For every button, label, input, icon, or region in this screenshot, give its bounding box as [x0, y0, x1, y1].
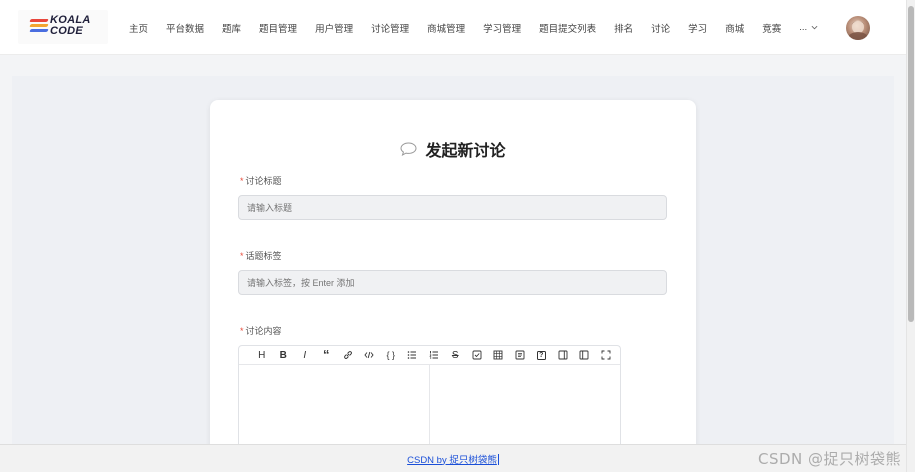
logo-line-2: CODE: [50, 25, 83, 37]
code-tool[interactable]: [359, 346, 381, 365]
link-icon: [343, 351, 352, 359]
nav-more-label: ...: [799, 22, 808, 33]
toc-icon: [515, 350, 525, 360]
strikethrough-tool[interactable]: S: [445, 346, 467, 365]
footer-link-text: CSDN by 捉只树袋熊: [407, 454, 497, 466]
nav-item-9[interactable]: 排名: [605, 21, 642, 35]
required-mark: *: [240, 176, 244, 186]
new-discussion-card: 发起新讨论 *讨论标题 *话题标签 *讨论内容 HBI“{ }S?: [210, 100, 696, 472]
nav-item-10[interactable]: 讨论: [642, 21, 679, 35]
site-logo[interactable]: KOALA CODE: [18, 10, 108, 44]
help-tool[interactable]: ?: [531, 346, 553, 365]
tags-label-text: 话题标签: [245, 251, 282, 261]
italic-icon: I: [303, 349, 307, 361]
page-title: 发起新讨论: [425, 143, 506, 160]
nav-item-12[interactable]: 商城: [716, 21, 753, 35]
nav-menu: 主页 平台数据 题库 题目管理 用户管理 讨论管理 商城管理 学习管理 题目提交列表 排名 讨论 学习…: [120, 0, 827, 55]
ordered-list-icon: [429, 351, 438, 359]
bold-tool[interactable]: B: [273, 346, 295, 365]
title-label-text: 讨论标题: [245, 176, 282, 186]
fullscreen-tool[interactable]: [595, 346, 617, 365]
avatar-image: [848, 20, 868, 40]
table-tool[interactable]: [488, 346, 510, 365]
speech-bubble-icon: [400, 142, 417, 156]
nav-item-4[interactable]: 用户管理: [306, 21, 362, 35]
nav-item-8[interactable]: 题目提交列表: [530, 21, 605, 35]
logo-stripes-icon: [29, 19, 49, 35]
help-icon: ?: [536, 350, 546, 360]
tags-field-label: * 话题标签: [240, 249, 282, 262]
edit-only-icon: [579, 350, 589, 360]
nav-item-3[interactable]: 题目管理: [250, 21, 306, 35]
toc-tool[interactable]: [509, 346, 531, 365]
table-icon: [493, 350, 503, 360]
footer-link[interactable]: CSDN by 捉只树袋熊: [407, 452, 499, 466]
title-input[interactable]: [238, 195, 667, 220]
nav-item-1[interactable]: 平台数据: [157, 21, 213, 35]
bold-icon: B: [279, 349, 287, 361]
heading-tool[interactable]: H: [251, 346, 273, 365]
quote-tool[interactable]: “: [316, 346, 338, 365]
user-avatar[interactable]: [846, 16, 870, 40]
watermark: CSDN @捉只树袋熊: [758, 450, 902, 468]
content-label-text: 讨论内容: [245, 326, 282, 336]
required-mark: *: [240, 251, 244, 261]
content-field-label: * 讨论内容: [240, 324, 282, 337]
nav-item-6[interactable]: 商城管理: [418, 21, 474, 35]
task-list-icon: [472, 350, 482, 360]
title-field-label: * 讨论标题: [240, 174, 282, 187]
required-mark: *: [240, 326, 244, 336]
heading-icon: H: [258, 349, 266, 361]
nav-item-0[interactable]: 主页: [120, 21, 157, 35]
chevron-down-icon: [811, 25, 818, 30]
tags-input[interactable]: [238, 270, 667, 295]
link-tool[interactable]: [337, 346, 359, 365]
nav-more-menu[interactable]: ...: [790, 22, 827, 33]
task-list-tool[interactable]: [466, 346, 488, 365]
code-block-icon: { }: [386, 350, 395, 360]
italic-tool[interactable]: I: [294, 346, 316, 365]
quote-icon: “: [323, 347, 330, 362]
preview-tool[interactable]: [552, 346, 574, 365]
edit-only-tool[interactable]: [574, 346, 596, 365]
code-block-tool[interactable]: { }: [380, 346, 402, 365]
top-navbar: KOALA CODE 主页 平台数据 题库 题目管理 用户管理 讨论管理 商城管理 学习管理题…: [0, 0, 906, 55]
fullscreen-icon: [601, 350, 611, 360]
preview-icon: [558, 350, 568, 360]
page-title-row: 发起新讨论: [210, 137, 696, 161]
nav-item-11[interactable]: 学习: [679, 21, 716, 35]
text-caret: [497, 453, 499, 465]
scrollbar-thumb[interactable]: [908, 6, 914, 322]
nav-item-13[interactable]: 竞赛: [753, 21, 790, 35]
nav-item-5[interactable]: 讨论管理: [362, 21, 418, 35]
editor-toolbar: H B I “ { } S?: [239, 346, 620, 365]
logo-text: KOALA CODE: [50, 15, 91, 37]
nav-item-2[interactable]: 题库: [213, 21, 250, 35]
unordered-list-tool[interactable]: [402, 346, 424, 365]
vertical-scrollbar[interactable]: [906, 0, 915, 472]
code-icon: [364, 351, 374, 359]
strikethrough-icon: S: [451, 349, 459, 361]
nav-item-7[interactable]: 学习管理: [474, 21, 530, 35]
ordered-list-tool[interactable]: [423, 346, 445, 365]
unordered-list-icon: [407, 351, 417, 359]
